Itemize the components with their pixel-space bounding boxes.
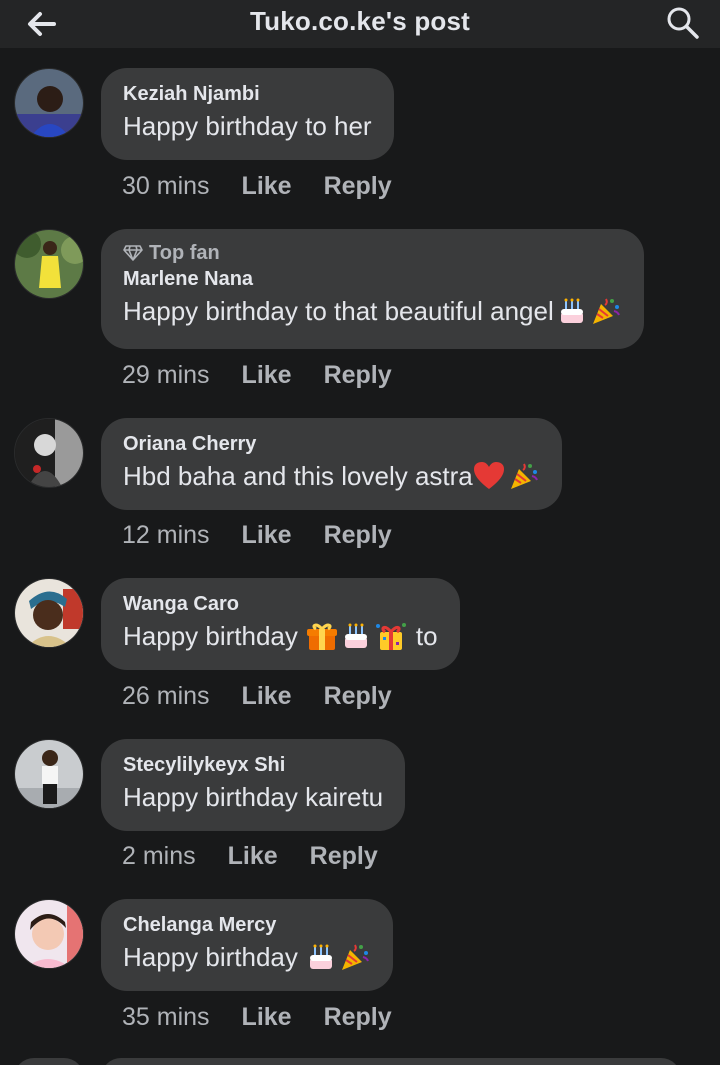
- comment-author[interactable]: Wanga Caro: [123, 592, 438, 616]
- search-icon: [667, 7, 699, 39]
- wrapped-gift-emoji: [306, 623, 337, 650]
- party-popper-emoji: [510, 463, 538, 489]
- header-bar: Tuko.co.ke's post: [0, 0, 720, 48]
- red-heart-emoji: [473, 462, 504, 489]
- comment-text: Happy birthday to that beautiful angel: [123, 296, 554, 326]
- birthday-cake-emoji: [560, 298, 583, 323]
- comment-bubble[interactable]: Keziah Njambi Happy birthday to her: [101, 68, 394, 160]
- comment-text: Happy birthday: [123, 621, 298, 651]
- comment-text: Happy birthday to her: [123, 111, 372, 141]
- party-popper-emoji: [341, 944, 369, 970]
- reply-button[interactable]: Reply: [324, 1003, 392, 1032]
- like-button[interactable]: Like: [242, 682, 292, 711]
- reply-button[interactable]: Reply: [310, 842, 378, 871]
- reply-button[interactable]: Reply: [324, 361, 392, 390]
- like-button[interactable]: Like: [242, 172, 292, 201]
- avatar[interactable]: [14, 229, 84, 299]
- avatar[interactable]: [14, 899, 84, 969]
- avatar[interactable]: [14, 1058, 84, 1065]
- comment-text: Hbd baha and this lovely astra: [123, 461, 473, 491]
- party-popper-emoji: [592, 298, 620, 324]
- comment-time[interactable]: 35 mins: [122, 1003, 210, 1032]
- birthday-cake-emoji: [309, 944, 332, 969]
- comment-text-trailing: to: [415, 621, 438, 651]
- like-button[interactable]: Like: [242, 521, 292, 550]
- search-button[interactable]: [664, 4, 702, 42]
- comment-time[interactable]: 30 mins: [122, 172, 210, 201]
- comment-text: Happy birthday: [123, 942, 298, 972]
- comment-bubble[interactable]: Stecylilykeyx Shi Happy birthday kairetu: [101, 739, 406, 831]
- birthday-cake-emoji: [344, 623, 367, 648]
- comment-bubble[interactable]: Chelanga Mercy Happy birthday: [101, 899, 393, 991]
- gift-confetti-emoji: [375, 623, 406, 650]
- like-button[interactable]: Like: [242, 1003, 292, 1032]
- reply-button[interactable]: Reply: [324, 172, 392, 201]
- top-fan-badge: Top fan: [123, 241, 622, 265]
- like-button[interactable]: Like: [228, 842, 278, 871]
- avatar[interactable]: [14, 578, 84, 648]
- comment-author[interactable]: Chelanga Mercy: [123, 913, 371, 937]
- post-title: Tuko.co.ke's post: [249, 6, 471, 36]
- comment-time[interactable]: 26 mins: [122, 682, 210, 711]
- comment-text: Happy birthday kairetu: [123, 782, 384, 812]
- reply-button[interactable]: Reply: [324, 521, 392, 550]
- reply-button[interactable]: Reply: [324, 682, 392, 711]
- avatar[interactable]: [14, 418, 84, 488]
- avatar[interactable]: [14, 739, 84, 809]
- comment-author[interactable]: Keziah Njambi: [123, 82, 372, 106]
- comment-time[interactable]: 29 mins: [122, 361, 210, 390]
- comment-bubble[interactable]: Top fan Marlene Nana Happy birthday to t…: [101, 229, 644, 349]
- comment-time[interactable]: 12 mins: [122, 521, 210, 550]
- top-fan-label: Top fan: [149, 241, 220, 264]
- comment-bubble[interactable]: Wanga Caro Happy birthday to: [101, 578, 460, 670]
- like-button[interactable]: Like: [242, 361, 292, 390]
- avatar[interactable]: [14, 68, 84, 138]
- comment-time[interactable]: 2 mins: [122, 842, 196, 871]
- comment-author[interactable]: Oriana Cherry: [123, 432, 540, 456]
- diamond-icon: [123, 245, 143, 261]
- comment-author[interactable]: Stecylilykeyx Shi: [123, 753, 383, 777]
- comment-bubble[interactable]: Oriana Cherry Hbd baha and this lovely a…: [101, 418, 562, 510]
- comment-bubble[interactable]: [101, 1058, 681, 1065]
- comment-author[interactable]: Marlene Nana: [123, 267, 622, 291]
